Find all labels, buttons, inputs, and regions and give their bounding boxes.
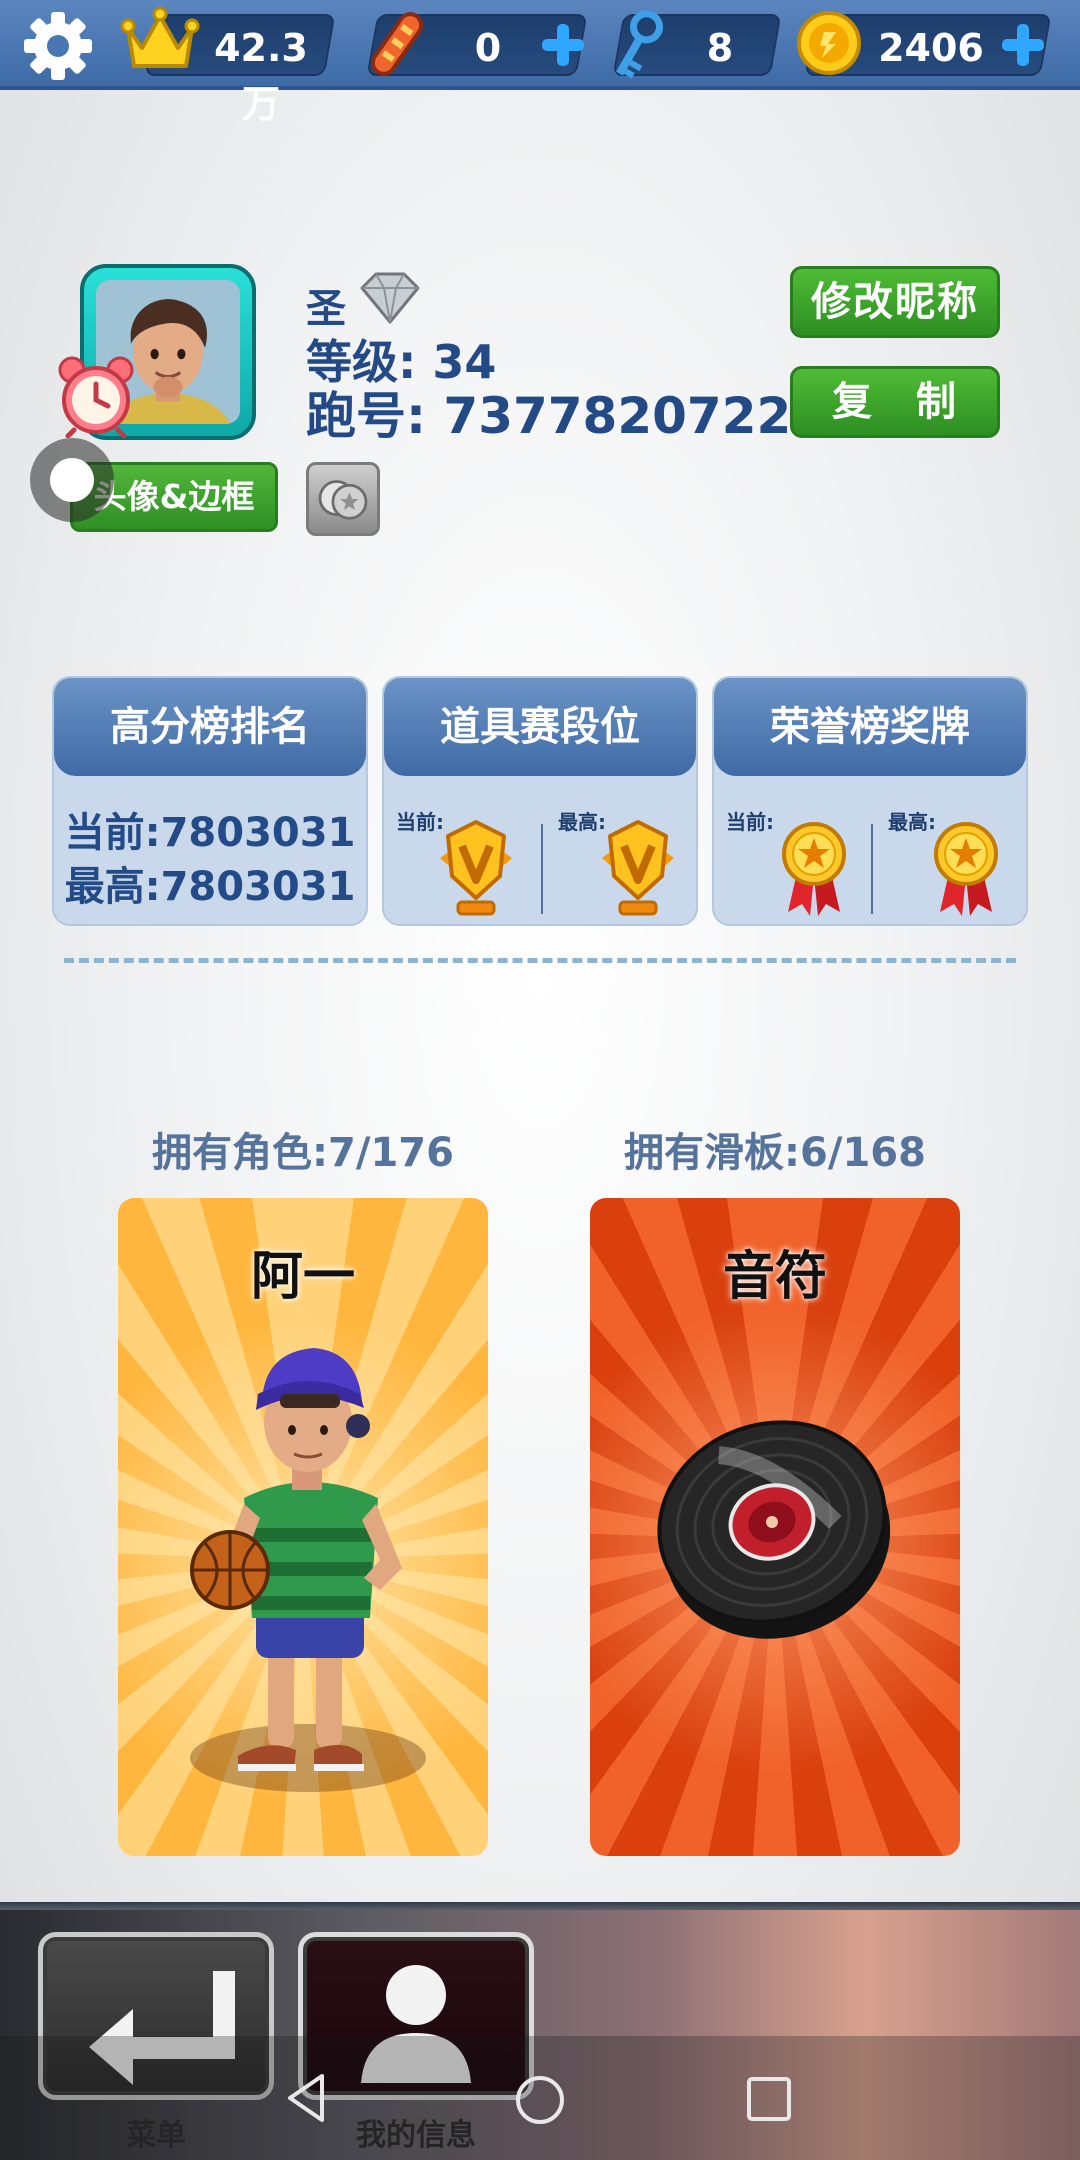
character-card[interactable]: 阿一 — [118, 1198, 488, 1856]
highscore-card-title: 高分榜排名 — [54, 678, 366, 776]
copy-id-button[interactable]: 复 制 — [790, 366, 1000, 438]
gold-v-shield-best-icon — [602, 820, 674, 916]
highscore-current: 当前:7803031 — [64, 810, 356, 856]
coin-icon — [797, 11, 861, 75]
powerup-tier-card[interactable]: 道具赛段位 当前: 最高: — [382, 676, 698, 926]
system-home-icon[interactable] — [512, 2072, 568, 2128]
coins-value: 2406 — [878, 26, 984, 70]
alarm-clock-icon — [58, 356, 134, 438]
powerup-divider — [541, 824, 543, 914]
player-run-id: 跑号: 7377820722 — [306, 387, 792, 445]
key-icon — [616, 10, 663, 79]
honor-card-title: 荣誉榜奖牌 — [714, 678, 1026, 776]
board-card[interactable]: 音符 — [590, 1198, 960, 1856]
medal-badge-icon — [318, 480, 368, 520]
boards-value: 0 — [474, 26, 502, 70]
owned-boards-label: 拥有滑板:6/168 — [624, 1130, 926, 1176]
gold-star-medal-best-icon — [934, 822, 998, 916]
powerup-card-title: 道具赛段位 — [384, 678, 696, 776]
score-value: 42.3万 — [214, 26, 308, 126]
badge-slot[interactable] — [306, 462, 380, 536]
owned-characters-label: 拥有角色:7/176 — [152, 1130, 454, 1176]
hoverboard-icon — [370, 12, 424, 76]
honor-current-label: 当前: — [726, 810, 774, 834]
highscore-rank-card[interactable]: 高分榜排名 当前:7803031 最高:7803031 — [52, 676, 368, 926]
diamond-rank-icon — [360, 272, 420, 324]
add-boards-plus-icon[interactable] — [536, 18, 590, 72]
honor-medal-card[interactable]: 荣誉榜奖牌 当前: 最高: — [712, 676, 1028, 926]
gold-star-medal-icon — [782, 822, 846, 916]
honor-divider — [871, 824, 873, 914]
highscore-best: 最高:7803031 — [64, 864, 356, 910]
character-figure-icon — [190, 1348, 426, 1792]
settings-gear-icon[interactable] — [20, 8, 96, 84]
section-divider — [64, 958, 1016, 963]
gold-v-shield-icon — [440, 820, 512, 916]
keys-value: 8 — [706, 26, 734, 70]
vinyl-record-icon — [657, 1420, 891, 1639]
add-coins-plus-icon[interactable] — [996, 18, 1050, 72]
crown-icon — [120, 6, 200, 68]
system-recents-icon[interactable] — [744, 2074, 794, 2124]
system-back-icon[interactable] — [282, 2070, 332, 2126]
edit-nickname-button[interactable]: 修改昵称 — [790, 266, 1000, 338]
floating-touch-indicator[interactable] — [30, 438, 114, 522]
